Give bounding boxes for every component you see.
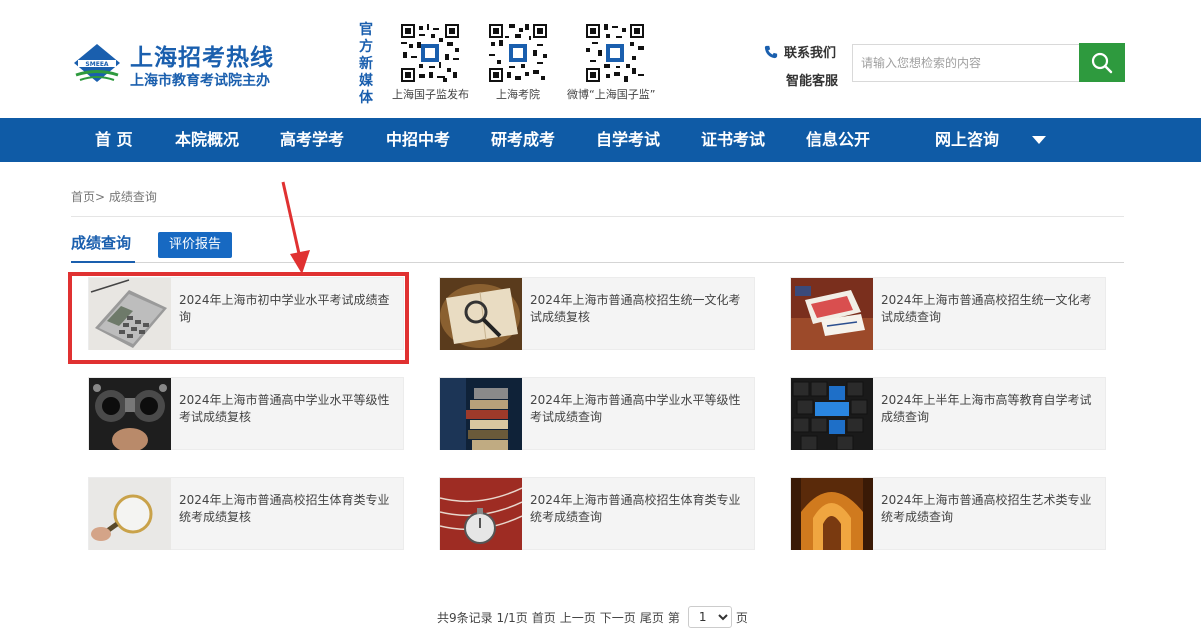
card-title: 2024年上海市初中学业水平考试成绩查询 — [179, 293, 390, 324]
nav-item-about[interactable]: 本院概况 — [175, 118, 239, 162]
nav-item-zhongkao[interactable]: 中招中考 — [386, 118, 450, 162]
search-icon — [1091, 52, 1113, 73]
contact-us-label: 联系我们 — [784, 46, 837, 61]
divider — [71, 216, 1124, 217]
score-card[interactable]: 2024年上海市普通高校招生艺术类专业统考成绩查询 — [790, 477, 1106, 550]
card-title: 2024年上海市普通高校招生统一文化考试成绩复核 — [530, 293, 741, 324]
nav-item-disclosure[interactable]: 信息公开 — [806, 118, 870, 162]
score-card[interactable]: 2024年上海市普通高中学业水平等级性考试成绩复核 — [88, 377, 404, 450]
divider — [71, 262, 1124, 263]
go-page-prefix: 第 — [667, 610, 680, 625]
card-title: 2024年上海市普通高中学业水平等级性考试成绩查询 — [530, 393, 741, 424]
nav-item-certificate[interactable]: 证书考试 — [701, 118, 765, 162]
arches-image — [791, 478, 873, 550]
logo-emblem-icon: SMEEA — [74, 44, 120, 82]
pagination: 共9条记录 1/1页 首页 上一页 下一页 尾页 第 1 页 — [437, 606, 752, 628]
card-title: 2024年上海市普通高校招生艺术类专业统考成绩查询 — [881, 493, 1092, 524]
qr-caption: 上海考院 — [496, 88, 540, 101]
main-nav: 首 页 本院概况 高考学考 中招中考 研考成考 自学考试 证书考试 信息公开 网… — [0, 118, 1201, 162]
search-input[interactable] — [853, 45, 1080, 81]
nav-item-self-study[interactable]: 自学考试 — [596, 118, 660, 162]
next-page-link[interactable]: 下一页 — [600, 609, 636, 626]
card-title: 2024年上海市普通高校招生体育类专业统考成绩查询 — [530, 493, 741, 524]
score-card[interactable]: 2024年上海市普通高中学业水平等级性考试成绩查询 — [439, 377, 755, 450]
card-title: 2024年上海市普通高校招生体育类专业统考成绩复核 — [179, 493, 390, 524]
contact-us-link[interactable]: 联系我们 — [764, 42, 836, 61]
qr-caption: 微博“上海国子监” — [567, 88, 656, 101]
search-box — [852, 44, 1080, 82]
card-title: 2024年上半年上海市高等教育自学考试成绩查询 — [881, 393, 1092, 424]
qr-code-icon — [586, 24, 644, 82]
tab-score-query[interactable]: 成绩查询 — [71, 232, 131, 253]
eye-test-image — [89, 378, 171, 450]
stopwatch-track-image — [440, 478, 522, 550]
keyboard-quiz-image — [791, 378, 873, 450]
card-title: 2024年上海市普通高校招生统一文化考试成绩查询 — [881, 293, 1092, 324]
score-card[interactable]: 2024年上半年上海市高等教育自学考试成绩查询 — [790, 377, 1106, 450]
card-title: 2024年上海市普通高中学业水平等级性考试成绩复核 — [179, 393, 390, 424]
score-card[interactable]: 2024年上海市初中学业水平考试成绩查询 — [88, 277, 404, 350]
breadcrumb[interactable]: 首页> 成绩查询 — [71, 188, 157, 205]
magnifier-book-image — [440, 278, 522, 350]
red-arrow-icon — [281, 181, 310, 274]
qr-caption: 上海国子监发布 — [392, 88, 469, 101]
book-stack-image — [440, 378, 522, 450]
logo-subtitle: 上海市教育考试院主办 — [130, 73, 270, 89]
search-button[interactable] — [1079, 43, 1125, 82]
first-page-link[interactable]: 首页 — [532, 609, 556, 626]
official-media-label: 官方新媒体 — [359, 22, 373, 106]
site-header: SMEEA 上海招考热线 上海市教育考试院主办 官方新媒体 上海国子监发布 上海… — [0, 0, 1201, 118]
smart-service-link[interactable]: 智能客服 — [786, 70, 838, 89]
logo-title: 上海招考热线 — [130, 45, 274, 71]
active-tab-underline — [71, 261, 135, 263]
qr-code-icon — [489, 24, 547, 82]
tab-evaluation-report[interactable]: 评价报告 — [158, 232, 232, 258]
qr-code-icon — [401, 24, 459, 82]
last-page-link[interactable]: 尾页 — [640, 609, 664, 626]
svg-text:SMEEA: SMEEA — [85, 61, 108, 68]
page-select[interactable]: 1 — [687, 606, 732, 628]
score-card[interactable]: 2024年上海市普通高校招生体育类专业统考成绩复核 — [88, 477, 404, 550]
nav-item-consult[interactable]: 网上咨询 — [935, 118, 999, 162]
prev-page-link[interactable]: 上一页 — [560, 609, 596, 626]
nav-item-gaokao[interactable]: 高考学考 — [280, 118, 344, 162]
score-card[interactable]: 2024年上海市普通高校招生统一文化考试成绩查询 — [790, 277, 1106, 350]
nav-item-graduate[interactable]: 研考成考 — [491, 118, 555, 162]
books-desk-image — [791, 278, 873, 350]
score-card[interactable]: 2024年上海市普通高校招生体育类专业统考成绩查询 — [439, 477, 755, 550]
score-card[interactable]: 2024年上海市普通高校招生统一文化考试成绩复核 — [439, 277, 755, 350]
nav-item-home[interactable]: 首 页 — [95, 118, 133, 162]
calculator-image — [89, 278, 171, 350]
site-logo[interactable]: SMEEA 上海招考热线 上海市教育考试院主办 — [72, 38, 282, 89]
go-page-suffix: 页 — [735, 610, 748, 625]
hand-magnifier-image — [89, 478, 171, 550]
pagination-summary: 共9条记录 1/1页 — [437, 610, 528, 625]
phone-icon — [764, 45, 778, 59]
nav-dropdown-caret-icon[interactable] — [1032, 136, 1046, 144]
